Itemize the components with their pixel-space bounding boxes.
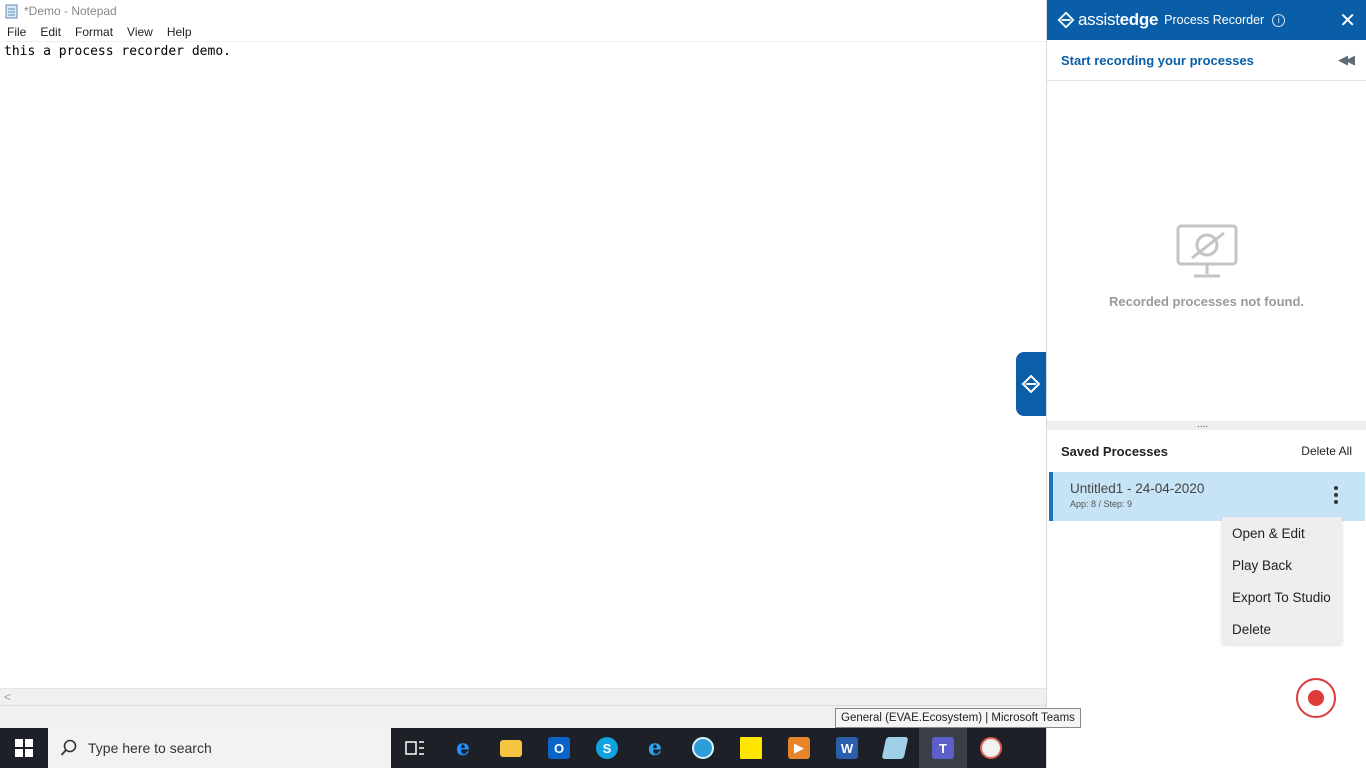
menu-view[interactable]: View (120, 25, 160, 39)
panel-splitter[interactable]: .... (1047, 419, 1366, 430)
saved-process-item[interactable]: Untitled1 - 24-04-2020 App: 8 / Step: 9 (1049, 472, 1365, 521)
skype-icon[interactable]: S (583, 728, 631, 768)
notepad-menubar: File Edit Format View Help (0, 22, 1046, 42)
process-context-menu: Open & Edit Play Back Export To Studio D… (1222, 517, 1342, 644)
assistedge-logo-icon (1021, 374, 1041, 394)
search-icon (60, 739, 77, 756)
task-view-icon[interactable] (391, 728, 439, 768)
edge-icon[interactable]: e (439, 728, 487, 768)
notepad-app-icon (5, 4, 18, 18)
outlook-icon[interactable]: O (535, 728, 583, 768)
info-icon[interactable]: i (1272, 13, 1286, 27)
recorder-subheader: Start recording your processes ◀◀ (1047, 40, 1366, 81)
menu-open-edit[interactable]: Open & Edit (1222, 520, 1342, 552)
notepad-content: this a process recorder demo. (4, 44, 231, 59)
empty-state-text: Recorded processes not found. (1108, 293, 1305, 309)
start-button[interactable] (0, 728, 48, 768)
saved-processes-header: Saved Processes Delete All (1047, 430, 1366, 472)
menu-export-to-studio[interactable]: Export To Studio (1222, 584, 1342, 616)
process-recorder-panel: assist edge Process Recorder i ✕ Start re… (1046, 0, 1366, 768)
more-options-icon[interactable] (1333, 486, 1339, 504)
word-icon[interactable]: W (823, 728, 871, 768)
assistedge-side-tab[interactable] (1016, 352, 1046, 416)
menu-play-back[interactable]: Play Back (1222, 552, 1342, 584)
sticky-notes-icon[interactable] (727, 728, 775, 768)
record-button[interactable] (1296, 678, 1336, 718)
recorder-title: Process Recorder (1164, 13, 1265, 27)
scroll-left-icon[interactable]: < (4, 690, 11, 704)
process-meta: App: 8 / Step: 9 (1070, 499, 1133, 509)
notepad-text-area[interactable]: this a process recorder demo. (0, 42, 1046, 688)
collapse-panel-icon[interactable]: ◀◀ (1338, 52, 1355, 68)
close-icon[interactable]: ✕ (1339, 8, 1356, 33)
notepad-title: *Demo - Notepad (24, 4, 117, 18)
taskbar: Type here to search e O S e ▶ W T (0, 728, 1046, 768)
menu-delete[interactable]: Delete (1222, 616, 1342, 648)
assistedge-logo: assist edge (1057, 10, 1158, 30)
taskbar-tooltip: General (EVAE.Ecosystem) | Microsoft Tea… (835, 708, 1081, 728)
taskbar-search-box[interactable]: Type here to search (48, 728, 391, 768)
menu-edit[interactable]: Edit (33, 25, 68, 39)
logo-assist-text: assist (1078, 10, 1120, 29)
delete-all-button[interactable]: Delete All (1301, 444, 1352, 458)
saved-processes-label: Saved Processes (1061, 443, 1168, 459)
assistedge-logo-icon (1057, 11, 1075, 29)
start-recording-label: Start recording your processes (1061, 52, 1254, 68)
empty-state: Recorded processes not found. (1047, 81, 1366, 421)
menu-help[interactable]: Help (160, 25, 199, 39)
windows-icon (15, 739, 33, 757)
media-player-icon[interactable]: ▶ (775, 728, 823, 768)
file-explorer-icon[interactable] (487, 728, 535, 768)
notepad-titlebar: *Demo - Notepad (0, 0, 1046, 22)
internet-explorer-icon[interactable]: e (631, 728, 679, 768)
monitor-no-record-icon (1176, 224, 1237, 277)
process-name: Untitled1 - 24-04-2020 (1070, 481, 1205, 496)
menu-file[interactable]: File (0, 25, 33, 39)
taskbar-app-icons: e O S e ▶ W T (391, 728, 1015, 768)
browser-icon[interactable] (679, 728, 727, 768)
paint-icon[interactable] (967, 728, 1015, 768)
record-icon (1308, 690, 1324, 706)
teams-icon[interactable]: T (919, 728, 967, 768)
menu-format[interactable]: Format (68, 25, 120, 39)
horizontal-scrollbar[interactable]: < (0, 688, 1046, 705)
search-placeholder: Type here to search (88, 740, 212, 756)
recorder-header: assist edge Process Recorder i ✕ (1047, 0, 1366, 40)
notepad-icon[interactable] (871, 728, 919, 768)
splitter-grip-icon[interactable]: .... (1197, 419, 1208, 430)
logo-edge-text: edge (1119, 10, 1159, 29)
